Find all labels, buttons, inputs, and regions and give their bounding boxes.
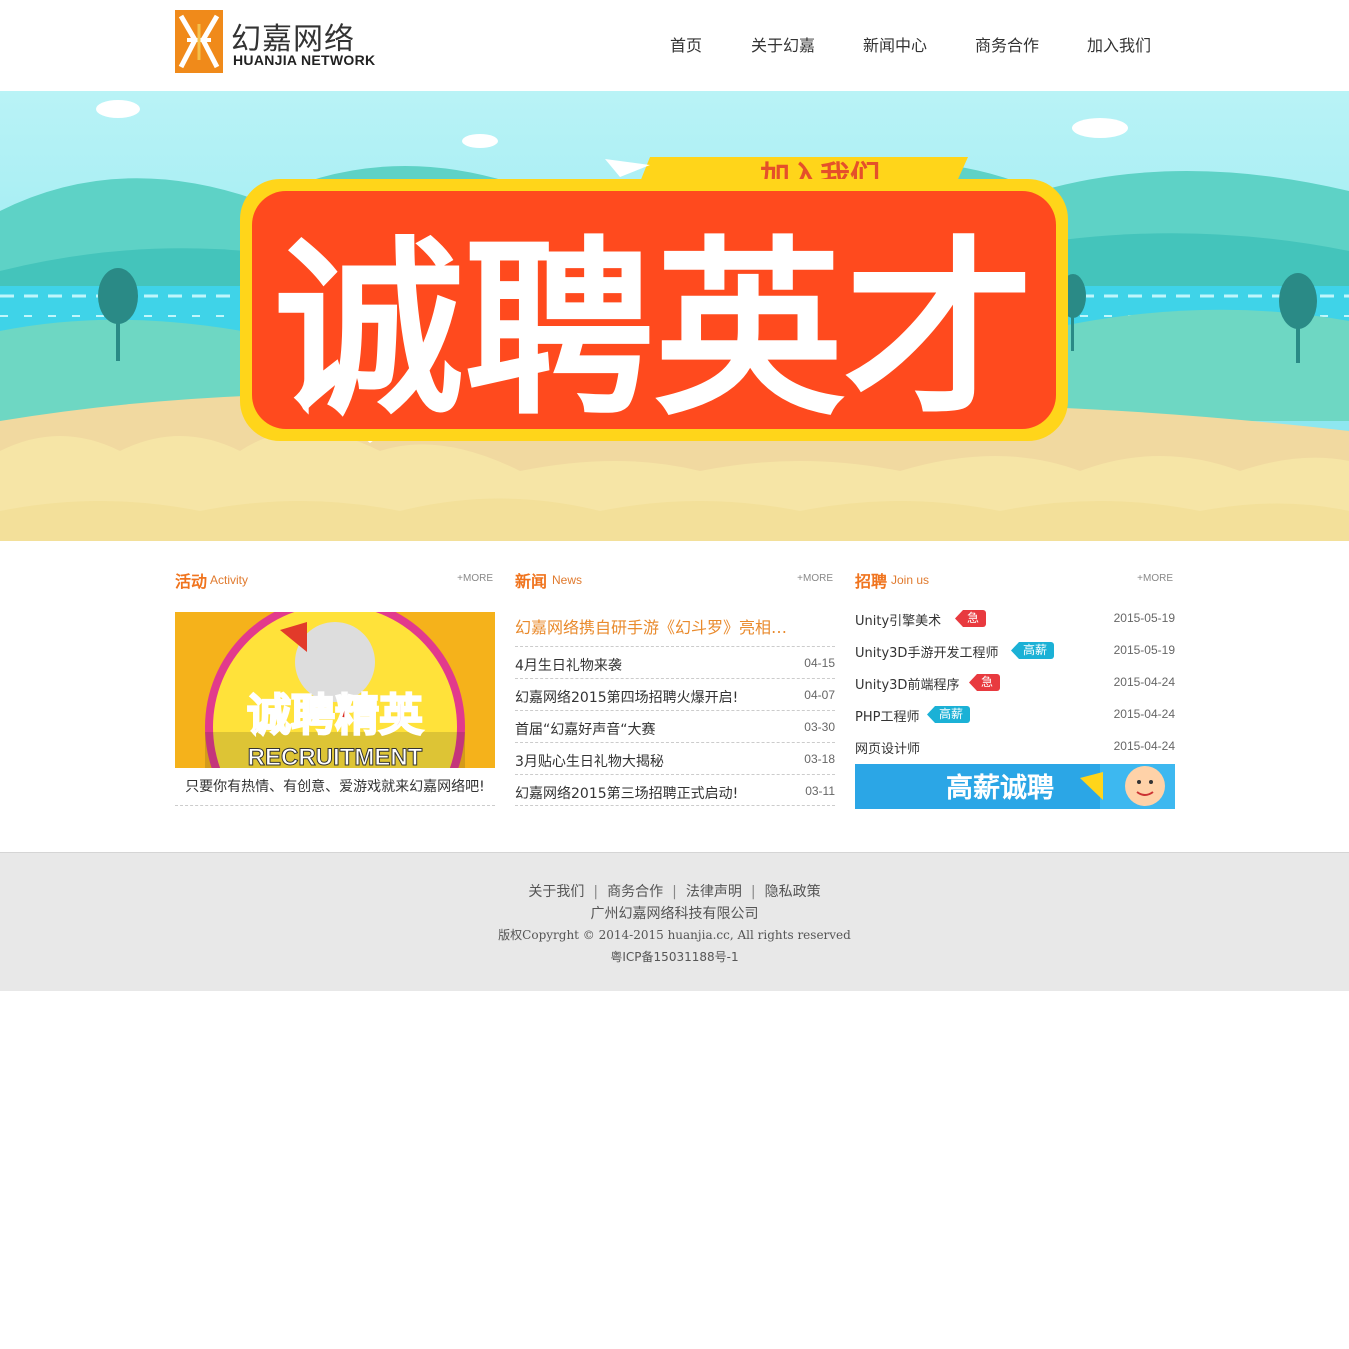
footer-link-legal[interactable]: 法律声明	[686, 884, 742, 900]
activity-divider	[175, 805, 495, 806]
high-salary-banner-text: 高薪诚聘	[946, 772, 1054, 804]
news-item-title: 幻嘉网络2015第四场招聘火爆开启!	[515, 690, 739, 706]
news-item-title: 首届“幻嘉好声音“大赛	[515, 722, 656, 738]
footer-company: 广州幻嘉网络科技有限公司	[590, 906, 759, 922]
footer-separator: |	[672, 884, 677, 900]
urgent-badge: 急	[955, 610, 987, 627]
job-item[interactable]: PHP工程师 高薪 2015-04-24	[855, 698, 1175, 730]
job-date: 2015-04-24	[1113, 707, 1175, 721]
activity-more-link[interactable]: +MORE	[457, 573, 493, 584]
activity-title: 活动	[175, 572, 208, 591]
nav-about[interactable]: 关于幻嘉	[751, 32, 815, 56]
footer-link-about[interactable]: 关于我们	[528, 884, 584, 900]
job-title: Unity引擎美术	[855, 614, 942, 629]
hero-banner-art: 加入我们 诚聘英才	[0, 91, 1349, 541]
job-title: 网页设计师	[855, 742, 921, 757]
activity-title-en: Activity	[210, 573, 249, 587]
news-item[interactable]: 幻嘉网络2015第三场招聘正式启动! 03-11	[515, 774, 835, 806]
nav-news[interactable]: 新闻中心	[863, 32, 927, 56]
job-item[interactable]: Unity3D前端程序 急 2015-04-24	[855, 666, 1175, 698]
news-item[interactable]: 3月贴心生日礼物大揭秘 03-18	[515, 742, 835, 774]
news-section: 新闻 News +MORE 幻嘉网络携自研手游《幻斗罗》亮相… 4月生日礼物来袭…	[515, 566, 835, 806]
jobs-title: 招聘	[855, 572, 888, 591]
main-nav: 首页 关于幻嘉 新闻中心 商务合作 加入我们	[0, 32, 1349, 56]
job-date: 2015-04-24	[1113, 675, 1175, 689]
jobs-title-en: Join us	[891, 573, 930, 587]
job-date: 2015-05-19	[1113, 611, 1175, 625]
news-list: 4月生日礼物来袭 04-15 幻嘉网络2015第四场招聘火爆开启! 04-07 首届…	[515, 646, 835, 806]
activity-image-title: 诚聘精英	[247, 690, 424, 741]
job-title: Unity3D前端程序	[855, 678, 960, 693]
job-date: 2015-04-24	[1113, 739, 1175, 753]
news-item-title: 4月生日礼物来袭	[515, 658, 622, 674]
jobs-more-link[interactable]: +MORE	[1137, 573, 1173, 584]
jobs-header: 招聘 Join us +MORE	[855, 566, 1175, 596]
news-item[interactable]: 4月生日礼物来袭 04-15	[515, 646, 835, 678]
job-date: 2015-05-19	[1113, 643, 1175, 657]
high-salary-banner-image: 高薪诚聘	[855, 764, 1175, 809]
site-header: 幻嘉网络 HUANJIA NETWORK 首页 关于幻嘉 新闻中心 商务合作 加…	[0, 0, 1349, 91]
hero-banner[interactable]: 加入我们 诚聘英才	[0, 91, 1349, 541]
footer-separator: |	[593, 884, 599, 900]
footer-icp[interactable]: 粤ICP备15031188号-1	[0, 948, 1349, 965]
footer-link-business[interactable]: 商务合作	[607, 884, 663, 900]
footer-link-privacy[interactable]: 隐私政策	[765, 884, 821, 900]
job-item[interactable]: Unity引擎美术 急 2015-05-19	[855, 602, 1175, 634]
news-item-date: 04-15	[804, 656, 835, 670]
activity-header: 活动 Activity +MORE	[175, 566, 495, 596]
activity-image[interactable]: 诚聘精英 RECRUITMENT	[175, 612, 495, 768]
site-footer: 关于我们 | 商务合作 | 法律声明 | 隐私政策 广州幻嘉网络科技有限公司 版权Copyr…	[0, 852, 1349, 991]
news-title: 新闻	[515, 572, 548, 591]
footer-separator: |	[750, 884, 756, 900]
job-item[interactable]: 网页设计师 2015-04-24	[855, 730, 1175, 762]
high-salary-banner[interactable]: 高薪诚聘	[855, 764, 1175, 809]
recruitment-poster-image: 诚聘精英 RECRUITMENT	[175, 612, 495, 768]
news-item[interactable]: 首届“幻嘉好声音“大赛 03-30	[515, 710, 835, 742]
activity-section: 活动 Activity +MORE 诚聘精英 RECRUITMENT 只要你有热…	[175, 566, 495, 806]
news-title-en: News	[552, 573, 583, 587]
logo-text-en: HUANJIA NETWORK	[233, 52, 376, 68]
job-item[interactable]: Unity3D手游开发工程师 高薪 2015-05-19	[855, 634, 1175, 666]
nav-business[interactable]: 商务合作	[975, 32, 1039, 56]
job-title: Unity3D手游开发工程师	[855, 646, 999, 661]
activity-image-sub: RECRUITMENT	[248, 744, 423, 768]
footer-copyright: 版权Copyrght © 2014-2015 huanjia.cc, All r…	[498, 928, 851, 942]
banner-headline: 诚聘英才	[274, 220, 1034, 441]
news-item-date: 04-07	[804, 688, 835, 702]
news-item-title: 幻嘉网络2015第三场招聘正式启动!	[515, 786, 739, 802]
news-header: 新闻 News +MORE	[515, 566, 835, 596]
news-item-date: 03-18	[804, 752, 835, 766]
jobs-section: 招聘 Join us +MORE Unity引擎美术 急 2015-05-19 …	[855, 566, 1175, 809]
jobs-list: Unity引擎美术 急 2015-05-19 Unity3D手游开发工程师 高薪…	[855, 602, 1175, 762]
news-item-date: 03-30	[804, 720, 835, 734]
news-item[interactable]: 幻嘉网络2015第四场招聘火爆开启! 04-07	[515, 678, 835, 710]
news-item-date: 03-11	[805, 784, 835, 798]
high-salary-badge: 高薪	[1011, 642, 1055, 659]
urgent-badge: 急	[969, 674, 1001, 691]
high-salary-badge: 高薪	[927, 706, 971, 723]
activity-caption[interactable]: 只要你有热情、有创意、爱游戏就来幻嘉网络吧!	[175, 776, 495, 796]
nav-join[interactable]: 加入我们	[1087, 32, 1151, 56]
news-item-title: 3月贴心生日礼物大揭秘	[515, 754, 664, 770]
news-more-link[interactable]: +MORE	[797, 573, 833, 584]
job-title: PHP工程师	[855, 710, 920, 725]
news-headline-link[interactable]: 幻嘉网络携自研手游《幻斗罗》亮相…	[515, 614, 835, 638]
footer-links: 关于我们 | 商务合作 | 法律声明 | 隐私政策	[0, 881, 1349, 901]
nav-home[interactable]: 首页	[670, 32, 702, 56]
